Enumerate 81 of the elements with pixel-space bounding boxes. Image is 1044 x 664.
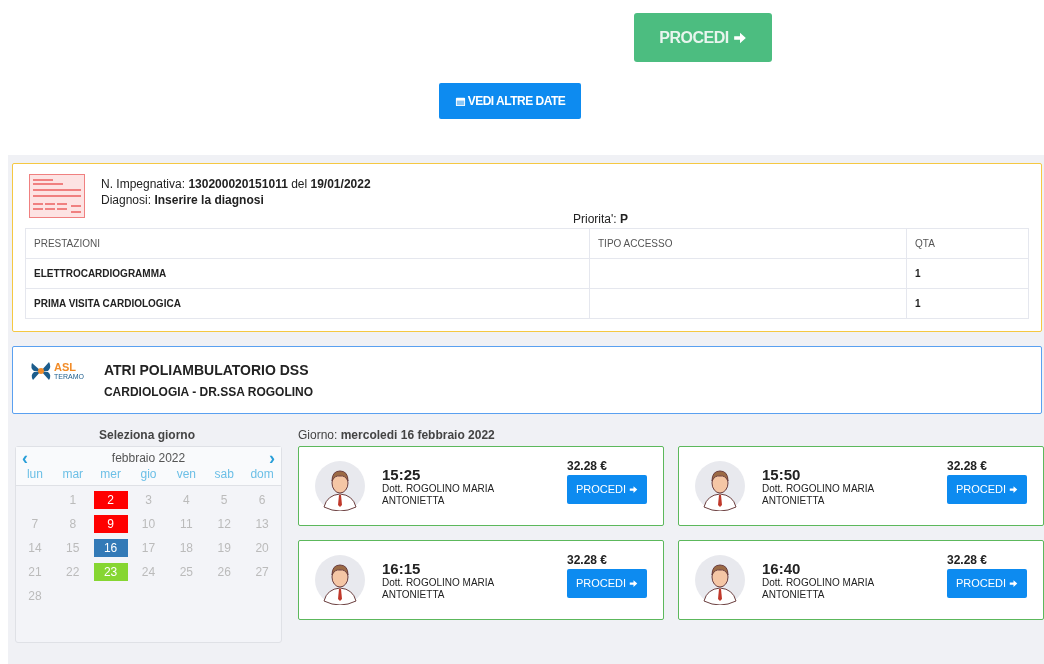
prescription-form-icon <box>29 174 85 218</box>
previous-month-button[interactable]: ‹ <box>22 447 28 469</box>
calendar-day[interactable]: 22 <box>55 563 90 581</box>
calendar-icon <box>454 95 466 107</box>
slot-price: 32.28 € <box>947 552 988 567</box>
calendar-day[interactable]: 13 <box>245 515 280 533</box>
calendar-day[interactable]: 9 <box>93 515 128 533</box>
calendar-day[interactable]: 18 <box>169 539 204 557</box>
arrow-icon <box>732 30 747 45</box>
proceed-button[interactable]: PROCEDI <box>634 13 772 62</box>
calendar-day[interactable]: 10 <box>131 515 166 533</box>
column-header: TIPO ACCESSO <box>589 228 907 259</box>
arrow-icon <box>629 578 639 588</box>
table-cell: ELETTROCARDIOGRAMMA <box>25 258 590 289</box>
doctor-name: Dott. ROGOLINO MARIA ANTONIETTA <box>762 482 875 507</box>
doctor-name: Dott. ROGOLINO MARIA ANTONIETTA <box>382 482 495 507</box>
calendar-day[interactable]: 16 <box>93 539 128 557</box>
table-cell: PRIMA VISITA CARDIOLOGICA <box>25 288 590 319</box>
calendar-day[interactable]: 5 <box>207 491 242 509</box>
prescription-number: N. Impegnativa: 130200020151011 del 19/01/2022 <box>101 176 371 192</box>
calendar-day[interactable]: 1 <box>55 491 90 509</box>
weekday-label: gio <box>139 467 158 481</box>
calendar-day[interactable]: 17 <box>131 539 166 557</box>
slot-price: 32.28 € <box>947 458 988 473</box>
calendar-day[interactable]: 6 <box>245 491 280 509</box>
calendar-day[interactable]: 12 <box>207 515 242 533</box>
proceed-button[interactable]: PROCEDI <box>567 474 647 504</box>
arrow-icon <box>1009 578 1019 588</box>
calendar-day[interactable]: 7 <box>17 515 52 533</box>
table-cell: 1 <box>906 288 1029 319</box>
slot-time: 15:50 <box>762 465 802 483</box>
slot-price: 32.28 € <box>567 458 608 473</box>
calendar-day[interactable]: 2 <box>93 491 128 509</box>
weekday-label: sab <box>213 467 235 481</box>
calendar-title: Seleziona giorno <box>98 427 196 444</box>
calendar-day[interactable]: 15 <box>55 539 90 557</box>
weekday-label: lun <box>25 467 44 481</box>
department-name: CARDIOLOGIA - DR.SSA ROGOLINO <box>103 384 314 399</box>
doctor-name: Dott. ROGOLINO MARIA ANTONIETTA <box>762 576 875 601</box>
selected-day: Giorno: mercoledi 16 febbraio 2022 <box>298 426 1044 446</box>
column-header: QTA <box>906 228 1029 259</box>
doctor-avatar-icon <box>315 461 365 511</box>
arrow-icon <box>1009 484 1019 494</box>
calendar-day[interactable]: 23 <box>93 563 128 581</box>
column-header: PRESTAZIONI <box>25 228 590 259</box>
arrow-icon <box>629 484 639 494</box>
month-title: febbraio 2022 <box>111 451 186 465</box>
calendar-day[interactable]: 8 <box>55 515 90 533</box>
other-dates-button[interactable]: VEDI ALTRE DATE <box>439 83 581 119</box>
priority-text: Priorita': P <box>573 212 629 226</box>
doctor-avatar-icon <box>695 461 745 511</box>
proceed-button[interactable]: PROCEDI <box>567 568 647 598</box>
facility-name: ATRI POLIAMBULATORIO DSS <box>103 361 310 378</box>
weekday-label: ven <box>175 467 198 481</box>
calendar-day[interactable]: 14 <box>17 539 52 557</box>
slot-time: 15:25 <box>382 465 422 483</box>
slot-time: 16:40 <box>762 559 802 577</box>
doctor-avatar-icon <box>315 555 365 605</box>
calendar-day[interactable]: 20 <box>245 539 280 557</box>
calendar-day[interactable]: 19 <box>207 539 242 557</box>
calendar-day[interactable]: 21 <box>17 563 52 581</box>
slot-time: 16:15 <box>382 559 422 577</box>
slot-price: 32.28 € <box>567 552 608 567</box>
diagnosis-text: Diagnosi: Inserire la diagnosi <box>101 192 265 208</box>
doctor-avatar-icon <box>695 555 745 605</box>
table-cell: 1 <box>906 258 1029 289</box>
weekday-label: dom <box>249 467 275 481</box>
weekday-label: mar <box>61 467 85 481</box>
proceed-button[interactable]: PROCEDI <box>947 568 1027 598</box>
proceed-button[interactable]: PROCEDI <box>947 474 1027 504</box>
next-month-button[interactable]: › <box>269 447 275 469</box>
doctor-name: Dott. ROGOLINO MARIA ANTONIETTA <box>382 576 495 601</box>
weekday-label: mer <box>99 467 122 481</box>
calendar-day[interactable]: 26 <box>207 563 242 581</box>
calendar-day[interactable]: 28 <box>17 587 52 605</box>
calendar-day[interactable]: 11 <box>169 515 204 533</box>
calendar-day[interactable]: 24 <box>131 563 166 581</box>
calendar-day[interactable]: 27 <box>245 563 280 581</box>
calendar-day[interactable]: 4 <box>169 491 204 509</box>
calendar-day[interactable]: 25 <box>169 563 204 581</box>
calendar-day[interactable]: 3 <box>131 491 166 509</box>
